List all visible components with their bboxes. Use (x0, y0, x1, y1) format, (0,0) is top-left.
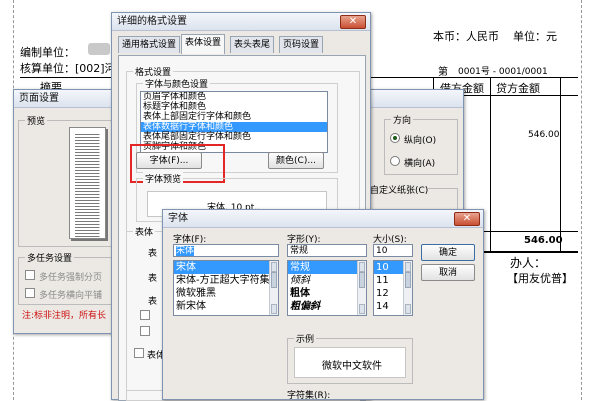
preview-group-label: 预览 (25, 114, 48, 127)
page-preview-thumbnail (69, 127, 106, 239)
font-target-item-selected[interactable]: 表体数据行字体和颜色 (141, 122, 327, 132)
font-name-item-selected[interactable]: 宋体 (174, 261, 278, 274)
voucher-currency: 本币：人民币 (433, 30, 499, 43)
voucher-total: 546.00 (524, 235, 563, 246)
font-style-value: 常规 (290, 246, 309, 256)
font-style-input[interactable]: 常规 (287, 244, 367, 257)
cancel-button[interactable]: 取消 (421, 264, 475, 281)
multitask-force-page-label[interactable]: 多任务强制分页 (39, 270, 102, 283)
voucher-amount-1: 546.00 (528, 130, 560, 140)
font-style-item[interactable]: 倾斜 (288, 274, 366, 287)
voucher-sign: 【用友优普】 (507, 272, 573, 285)
page-setup-title: 页面设置 (19, 93, 59, 104)
font-style-item[interactable]: 粗偏斜 (288, 300, 366, 313)
font-name-input[interactable]: 宋体 (173, 244, 279, 257)
ok-button[interactable]: 确定 (421, 244, 475, 261)
multitask-group: 多任务设置 多任务强制分页 多任务横向平铺 (18, 251, 118, 305)
voucher-doc-number: 0001号 - 0001/0001 (458, 67, 548, 77)
tab-body[interactable]: 表体设置 (181, 34, 226, 54)
tab-page-number[interactable]: 页码设置 (279, 36, 324, 53)
landscape-label[interactable]: 横向(A) (404, 156, 435, 169)
body-group-label: 表体 (133, 225, 156, 238)
font-name-scrollbar[interactable] (269, 261, 278, 315)
multitask-tile-checkbox[interactable] (25, 288, 35, 298)
sample-text: 微软中文软件 (322, 361, 382, 372)
portrait-label[interactable]: 纵向(O) (404, 133, 436, 146)
sample-group: 示例 微软中文软件 (287, 332, 413, 384)
body-row-label-1: 表 (148, 249, 158, 259)
font-size-list[interactable]: 10 11 12 14 (373, 260, 413, 316)
font-name-item[interactable]: 宋体-方正超大字符集 (174, 274, 278, 287)
body-option-checkbox-3[interactable] (134, 348, 144, 358)
color-button[interactable]: 颜色(C)... (268, 152, 324, 169)
portrait-radio[interactable] (390, 133, 400, 143)
close-icon: ✕ (348, 16, 358, 27)
font-name-item[interactable]: 微软雅黑 (174, 287, 278, 300)
font-target-item[interactable]: 页眉字体和颜色 (141, 92, 327, 102)
page-setup-note: 注:标非注明，所有长 (22, 311, 107, 321)
format-settings-titlebar: 详细的格式设置 ✕ (112, 13, 370, 31)
multitask-tile-label[interactable]: 多任务横向平铺 (39, 288, 102, 301)
voucher-book-label: 核算单位：[002]河 (20, 62, 116, 75)
voucher-company-blur (88, 43, 110, 55)
body-row-label-3: 表 (148, 297, 158, 307)
font-style-item[interactable]: 粗体 (288, 287, 366, 300)
font-dialog: 字体 ✕ 字体(F): 字形(Y): 大小(S): 宋体 常规 10 宋体 宋体… (162, 209, 484, 401)
landscape-radio[interactable] (390, 156, 400, 166)
custom-paper-label[interactable]: 自定义纸张(C) (370, 183, 429, 196)
voucher-col-sep-3 (560, 77, 561, 252)
tab-header-footer[interactable]: 表头表尾 (230, 36, 275, 53)
font-target-item[interactable]: 标题字体和颜色 (141, 102, 327, 112)
font-button[interactable]: 字体(F)... (136, 152, 202, 169)
multitask-group-label: 多任务设置 (25, 251, 75, 264)
font-style-list[interactable]: 常规 倾斜 粗体 粗偏斜 (287, 260, 367, 316)
font-size-value: 10 (376, 246, 388, 256)
format-tabs: 通用格式设置 表体设置 表头表尾 页码设置 (118, 34, 368, 56)
font-name-value: 宋体 (176, 246, 195, 256)
voucher-col-credit: 贷方金额 (496, 82, 540, 95)
voucher-doc-prefix: 第 (438, 67, 448, 78)
font-style-scrollbar[interactable] (357, 261, 366, 315)
font-preview-group-label: 字体预览 (143, 172, 184, 185)
font-style-item-selected[interactable]: 常规 (288, 261, 366, 274)
voucher-handler: 办人： (510, 256, 547, 270)
voucher-col-sep-2 (490, 77, 491, 252)
font-size-input[interactable]: 10 (373, 244, 413, 257)
charset-label: 字符集(R): (287, 391, 331, 401)
font-target-item[interactable]: 表体上部固定行字体和颜色 (141, 112, 327, 122)
format-settings-title: 详细的格式设置 (117, 16, 187, 27)
font-size-scrollbar[interactable] (403, 261, 412, 315)
body-option-checkbox-1[interactable] (140, 310, 150, 320)
format-close-button[interactable]: ✕ (340, 15, 366, 29)
font-target-item[interactable]: 表体尾部固定行字体和颜色 (141, 132, 327, 142)
body-option-checkbox-2[interactable] (140, 326, 150, 336)
font-name-list[interactable]: 宋体 宋体-方正超大字符集 微软雅黑 新宋体 (173, 260, 279, 316)
direction-group-label: 方向 (391, 113, 414, 126)
voucher-unit: 单位：元 (513, 30, 557, 43)
body-row-label-2: 表 (148, 274, 158, 284)
font-dialog-title: 字体 (168, 213, 188, 224)
multitask-force-page-checkbox[interactable] (25, 270, 35, 280)
tab-general[interactable]: 通用格式设置 (118, 36, 181, 53)
font-dialog-titlebar: 字体 ✕ (163, 210, 483, 228)
sample-group-label: 示例 (294, 332, 317, 345)
direction-group: 方向 纵向(O) 横向(A) (384, 113, 458, 175)
font-color-group-label: 字体与颜色设置 (143, 77, 211, 90)
close-icon: ✕ (462, 213, 472, 224)
font-close-button[interactable]: ✕ (454, 212, 480, 226)
preview-group: 预览 (18, 114, 118, 247)
font-name-item[interactable]: 新宋体 (174, 300, 278, 313)
voucher-company-label: 编制单位： (20, 46, 75, 59)
